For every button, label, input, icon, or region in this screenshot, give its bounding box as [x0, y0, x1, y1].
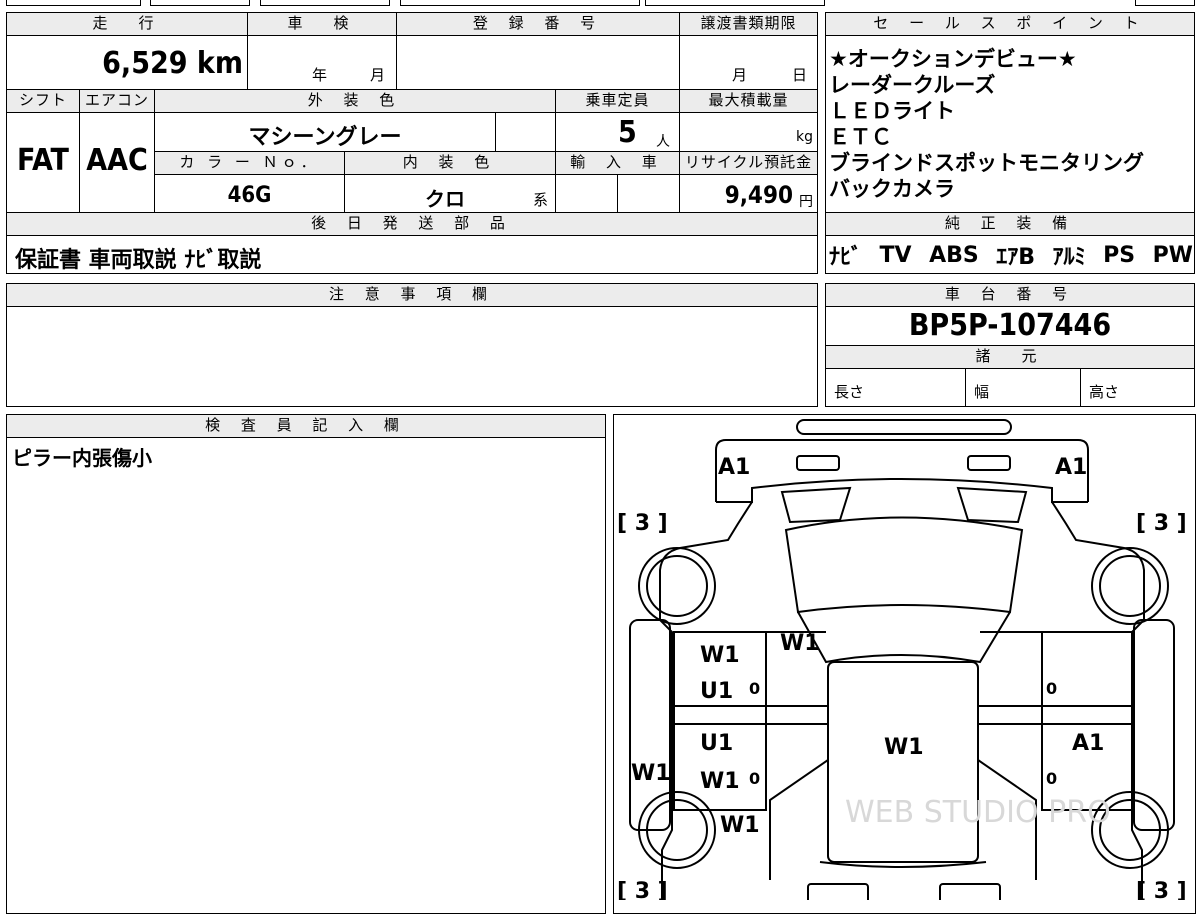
genuine-equipment-header: 純 正 装 備	[825, 212, 1195, 236]
chassis-value: BP5P-107446	[908, 308, 1112, 343]
max-load-header: 最大積載量	[679, 89, 818, 113]
exterior-color-cell: マシーングレー	[154, 112, 496, 152]
sales-point-item: ＥＴＣ	[829, 125, 892, 149]
spec-height-cell: 高さ	[1080, 368, 1195, 407]
sales-point-item: ＬＥＤライト	[829, 99, 955, 123]
transfer-month: 月	[732, 66, 748, 84]
ac-cell: AAC	[79, 112, 155, 213]
recycle-value: 9,490	[724, 181, 793, 209]
mark-door-fr-zero: 0	[1046, 679, 1057, 698]
inspector-panel	[6, 414, 606, 914]
later-parts-value: 保証書 車両取説 ﾅﾋﾞ取説	[15, 248, 262, 273]
interior-color-header: 内 装 色	[344, 151, 556, 175]
sales-points-header: セ ー ル ス ポ イ ン ト	[825, 12, 1195, 36]
chassis-header: 車 台 番 号	[825, 283, 1195, 307]
equipment-item: ﾅﾋﾞ	[829, 245, 863, 270]
equipment-item: PW	[1152, 242, 1193, 268]
tire-mark-front-right: [ 3 ]	[1136, 511, 1187, 536]
mark-door-rr: A1	[1072, 731, 1104, 756]
mark-door-fl-zero: 0	[749, 679, 760, 698]
ac-value: AAC	[86, 143, 148, 178]
shift-cell: FAT	[6, 112, 80, 213]
equipment-item: ｱﾙﾐ	[1052, 245, 1086, 270]
inspector-header: 検 査 員 記 入 欄	[6, 414, 606, 438]
mark-door-fl-2: U1	[700, 679, 733, 704]
transfer-day: 日	[792, 66, 808, 84]
sales-point-item: ブラインドスポットモニタリング	[829, 151, 1144, 175]
transfer-cell: 月 日	[679, 35, 818, 90]
mileage-header: 走 行	[6, 12, 248, 36]
capacity-cell: 5 人	[555, 112, 680, 152]
exterior-color-header: 外 装 色	[154, 89, 556, 113]
transfer-header: 譲渡書類期限	[679, 12, 818, 36]
notes-header: 注 意 事 項 欄	[6, 283, 818, 307]
spec-width-cell: 幅	[965, 368, 1081, 407]
equipment-item: PS	[1103, 242, 1136, 268]
import-header: 輸 入 車	[555, 151, 680, 175]
recycle-header: リサイクル預託金	[679, 151, 818, 175]
interior-color-cell: クロ 系	[344, 174, 556, 213]
genuine-equipment-list: ﾅﾋﾞ TV ABS ｴｱB ｱﾙﾐ PS PW	[829, 238, 1193, 272]
ac-header: エアコン	[79, 89, 155, 113]
capacity-value: 5	[618, 115, 637, 150]
equipment-item: ABS	[929, 242, 979, 268]
registration-cell	[396, 35, 680, 90]
mark-door-rl-zero: 0	[749, 769, 760, 788]
exterior-color-extra	[495, 112, 556, 152]
capacity-unit: 人	[656, 134, 670, 150]
inspector-value: ピラー内張傷小	[12, 446, 152, 470]
sales-point-item: ★オークションデビュー★	[829, 47, 1077, 71]
interior-color-value: クロ	[425, 187, 465, 211]
capacity-header: 乗車定員	[555, 89, 680, 113]
tire-mark-front-left: [ 3 ]	[617, 511, 668, 536]
spec-length-label: 長さ	[834, 383, 865, 401]
sales-point-item: バックカメラ	[829, 177, 955, 201]
color-no-cell: 46G	[154, 174, 345, 213]
sales-point-item: レーダークルーズ	[829, 73, 996, 97]
exterior-color-value: マシーングレー	[248, 125, 402, 150]
registration-header: 登 録 番 号	[396, 12, 680, 36]
equipment-item: ｴｱB	[996, 245, 1036, 270]
shift-value: FAT	[17, 143, 69, 178]
recycle-cell: 9,490 円	[679, 174, 818, 213]
color-no-header: カ ラ ー Ｎｏ．	[154, 151, 345, 175]
mark-door-fl-1: W1	[700, 643, 740, 668]
mark-rear-left-low: W1	[720, 813, 760, 838]
mark-door-rl-1: U1	[700, 731, 733, 756]
inspection-cell: 年 月	[247, 35, 397, 90]
specs-header: 諸 元	[825, 345, 1195, 369]
mark-door-rl-2: W1	[700, 769, 740, 794]
mark-roof: W1	[884, 735, 924, 760]
tire-mark-rear-right: [ 3 ]	[1136, 879, 1187, 900]
mark-front-right: A1	[1055, 455, 1087, 480]
max-load-cell: kg	[679, 112, 818, 152]
import-cell-1	[555, 174, 618, 213]
sales-points-list: ★オークションデビュー★ レーダークルーズ ＬＥＤライト ＥＴＣ ブラインドスポ…	[829, 46, 1193, 202]
recycle-unit: 円	[799, 194, 813, 210]
equipment-item: TV	[879, 242, 912, 268]
color-no-value: 46G	[227, 183, 272, 208]
import-cell-2	[617, 174, 680, 213]
later-parts-header: 後 日 発 送 部 品	[6, 212, 818, 236]
spec-length-cell: 長さ	[825, 368, 966, 407]
car-damage-diagram: [ 3 ] [ 3 ] [ 3 ] [ 3 ] A1 A1 W1 W1 U1 U…	[617, 419, 1187, 900]
spec-width-label: 幅	[974, 383, 990, 401]
inspection-month: 月	[370, 66, 386, 84]
interior-color-suffix: 系	[533, 191, 549, 209]
spec-height-label: 高さ	[1089, 383, 1120, 401]
mark-door-rr-zero: 0	[1046, 769, 1057, 788]
mark-front-left: A1	[718, 455, 750, 480]
max-load-unit: kg	[796, 129, 813, 145]
inspection-year: 年	[312, 66, 328, 84]
mileage-value: 6,529 km	[102, 46, 243, 81]
mileage-cell: 6,529 km	[6, 35, 248, 90]
mark-side-left: W1	[631, 761, 671, 786]
inspection-header: 車 検	[247, 12, 397, 36]
watermark: WEB STUDIO PRO	[845, 795, 1111, 830]
mark-windshield-left: W1	[780, 631, 820, 656]
shift-header: シフト	[6, 89, 80, 113]
later-parts-cell: 保証書 車両取説 ﾅﾋﾞ取説	[6, 235, 818, 274]
tire-mark-rear-left: [ 3 ]	[617, 879, 668, 900]
